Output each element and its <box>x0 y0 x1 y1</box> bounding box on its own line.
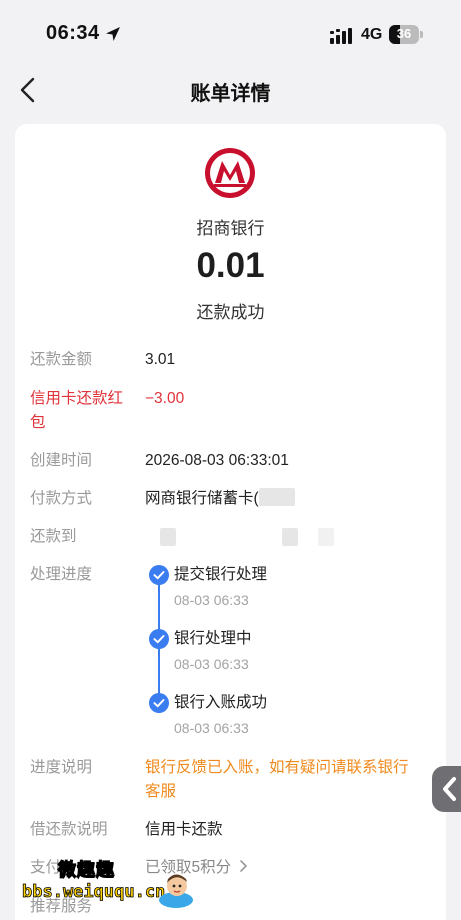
status-time: 06:34 <box>46 22 100 44</box>
bill-detail-card: 招商银行 0.01 还款成功 还款金额 3.01 信用卡还款红 包 −3.00 … <box>15 124 446 920</box>
watermark-title: 微趣趣 <box>57 859 115 880</box>
repay-to-label: 还款到 <box>30 528 77 545</box>
payment-method-text: 网商银行储蓄卡( <box>145 490 259 507</box>
loan-note-label: 借还款说明 <box>30 821 108 838</box>
redacted-account-2 <box>282 528 298 546</box>
progress-note-line1: 银行反馈已入账，如有疑问请联系银行 <box>145 759 409 776</box>
red-packet-label-line2: 包 <box>30 414 46 431</box>
bank-name: 招商银行 <box>196 219 265 238</box>
check-circle-icon <box>149 629 169 649</box>
red-packet-value: −3.00 <box>145 390 185 407</box>
payment-method-value: 网商银行储蓄卡( <box>145 487 425 511</box>
watermark-url: bbs.weiququ.cn <box>22 882 166 903</box>
battery-level: 36 <box>396 26 412 41</box>
chevron-right-icon <box>240 860 248 872</box>
watermark: 微趣趣 bbs.weiququ.cn <box>22 856 202 916</box>
location-arrow-icon <box>106 27 120 41</box>
repay-amount-value: 3.01 <box>145 351 176 368</box>
progress-note-line2: 客服 <box>145 783 177 800</box>
progress-step-title: 银行处理中 <box>174 630 252 647</box>
progress-step-time: 08-03 06:33 <box>174 656 249 672</box>
network-label: 4G <box>361 26 383 43</box>
progress-step-title: 银行入账成功 <box>174 694 268 711</box>
progress-step-time: 08-03 06:33 <box>174 592 249 608</box>
redacted-account-3 <box>318 528 334 546</box>
redacted-card-number <box>258 488 295 506</box>
progress-step-time: 08-03 06:33 <box>174 720 249 736</box>
floating-side-tab[interactable] <box>432 766 461 812</box>
created-time-label: 创建时间 <box>30 452 93 469</box>
red-packet-label-line1: 信用卡还款红 <box>30 390 124 407</box>
check-circle-icon <box>149 565 169 585</box>
nav-bar: 账单详情 <box>0 68 461 112</box>
progress-step-title: 提交银行处理 <box>174 566 268 583</box>
bank-logo-icon <box>205 148 255 198</box>
signal-icon <box>330 28 352 44</box>
amount: 0.01 <box>196 246 265 285</box>
battery-icon: 36 <box>389 25 423 44</box>
progress-note-value: 银行反馈已入账，如有疑问请联系银行 客服 <box>145 756 435 804</box>
red-packet-label: 信用卡还款红 包 <box>30 387 140 435</box>
mascot-icon <box>159 874 193 908</box>
payment-method-label: 付款方式 <box>30 490 93 507</box>
progress-label: 处理进度 <box>30 566 93 583</box>
status-text: 还款成功 <box>196 303 265 322</box>
redacted-account-1 <box>160 528 176 546</box>
progress-note-label: 进度说明 <box>30 759 93 776</box>
check-circle-icon <box>149 693 169 713</box>
status-bar: 06:34 4G 36 <box>0 0 461 68</box>
created-time-value: 2026-08-03 06:33:01 <box>145 452 289 469</box>
page-title: 账单详情 <box>190 83 271 105</box>
repay-amount-label: 还款金额 <box>30 351 93 368</box>
loan-note-value: 信用卡还款 <box>145 821 223 838</box>
chevron-left-icon <box>443 777 456 801</box>
